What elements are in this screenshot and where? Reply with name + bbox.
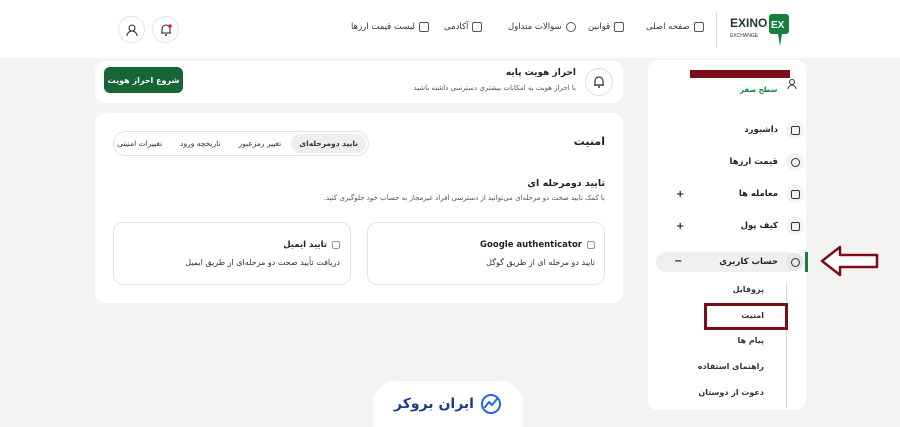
nav-home[interactable]: صفحه اصلی: [646, 22, 704, 32]
email-verify-title-row: تایید ایمیل: [283, 240, 340, 250]
expand-trades-icon[interactable]: +: [676, 189, 684, 200]
sidebar: [648, 60, 806, 410]
bell-icon: [160, 23, 172, 36]
nav-price-list-label: لیست قیمت ارزها: [351, 22, 416, 32]
wallet-icon: [786, 217, 804, 235]
sidebar-item-label: داشبورد: [744, 125, 778, 135]
email-verify-description: دریافت تأیید صحت دو مرحله‌ای از طریق ایم…: [185, 258, 340, 267]
google-auth-title-row: Google authenticator: [480, 240, 595, 250]
exino-logo[interactable]: EXINO EXCHANGE EX: [728, 12, 792, 48]
sidebar-item-label: قیمت ارزها: [729, 157, 778, 167]
active-marker: [805, 252, 808, 272]
tab-login-history[interactable]: تاریخچه ورود: [172, 134, 228, 153]
tab-two-factor[interactable]: تایید دومرحله‌ای: [291, 134, 366, 153]
section-title: تایید دومرحله ای: [527, 178, 605, 189]
sidebar-item-label: کیف پول: [740, 221, 778, 231]
user-avatar-icon: [787, 79, 797, 90]
user-icon: [786, 253, 804, 271]
pointer-arrow-icon: [820, 245, 879, 277]
sidebar-item-trades[interactable]: معامله ها: [739, 185, 804, 203]
sidebar-item-label: معامله ها: [738, 189, 778, 199]
submenu-messages[interactable]: پیام ها: [738, 336, 764, 345]
notification-button[interactable]: [152, 16, 179, 43]
option-google-authenticator[interactable]: [367, 222, 605, 285]
banner-subtitle: با احراز هویت به امکانات بیشتری دسترسی د…: [413, 84, 576, 92]
expand-wallet-icon[interactable]: +: [676, 221, 684, 232]
logo-mark: EX: [771, 20, 785, 31]
collapse-account-icon[interactable]: −: [674, 256, 682, 267]
submenu-profile[interactable]: پروفایل: [733, 285, 764, 294]
dashboard-icon: [786, 121, 804, 139]
option-email-verification[interactable]: [113, 222, 351, 285]
google-auth-title: Google authenticator: [480, 240, 582, 250]
nav-home-label: صفحه اصلی: [646, 22, 690, 32]
submenu-line: [786, 282, 787, 408]
logo-word: EXINO: [730, 16, 767, 30]
security-tabs: تایید دومرحله‌ای تغییر رمزعبور تاریخچه و…: [113, 131, 369, 156]
submenu-guide[interactable]: راهنمای استفاده: [698, 362, 764, 371]
chart-icon: [419, 22, 430, 32]
sidebar-item-account[interactable]: حساب کاربری: [719, 253, 804, 271]
profile-button[interactable]: [118, 16, 145, 43]
nav-faq-label: سوالات متداول: [508, 22, 562, 32]
email-verify-checkbox[interactable]: [332, 241, 340, 249]
question-icon: [565, 22, 576, 32]
sidebar-item-prices[interactable]: قیمت ارزها: [730, 153, 804, 171]
sidebar-item-label: حساب کاربری: [719, 257, 778, 267]
iranbroker-brand: ایران بروکر: [373, 381, 523, 427]
submenu-invite[interactable]: دعوت از دوستان: [698, 388, 764, 397]
banner-bell: [585, 68, 613, 96]
page-title: امنیت: [573, 135, 605, 148]
security-highlight-box: [704, 303, 788, 330]
price-icon: [786, 153, 804, 171]
nav-rules-label: قوانین: [588, 22, 611, 32]
section-description: با کمک تایید صحت دو مرحله‌ای می‌توانید ا…: [323, 194, 605, 202]
user-level: سطح صفر: [740, 86, 778, 94]
bell-icon: [594, 76, 604, 88]
nav-price-list[interactable]: لیست قیمت ارزها: [351, 22, 430, 32]
logo-sub: EXCHANGE: [730, 33, 759, 39]
google-auth-description: تایید دو مرحله ای از طریق گوگل: [486, 258, 595, 267]
google-auth-checkbox[interactable]: [587, 241, 595, 249]
nav-faq[interactable]: سوالات متداول: [508, 22, 576, 32]
user-name-redacted: [690, 70, 790, 78]
brand-name: ایران بروکر: [394, 396, 474, 412]
trade-icon: [786, 185, 804, 203]
sidebar-item-dashboard[interactable]: داشبورد: [744, 121, 804, 139]
email-verify-title: تایید ایمیل: [283, 240, 327, 250]
brand-logo-icon: [480, 394, 501, 414]
nav-academy-label: آکادمی: [444, 22, 469, 32]
banner-title: احراز هویت پایه: [505, 68, 576, 78]
academy-icon: [472, 22, 483, 32]
nav-rules[interactable]: قوانین: [588, 22, 625, 32]
home-icon: [693, 22, 704, 32]
logo-divider: [716, 12, 717, 48]
tab-security-changes[interactable]: تغییرات امنیتی: [109, 134, 170, 153]
start-verification-button[interactable]: شروع احراز هویت: [104, 67, 183, 93]
user-icon: [125, 23, 138, 36]
tab-change-password[interactable]: تغییر رمزعبور: [230, 134, 289, 153]
rules-icon: [614, 22, 625, 32]
nav-academy[interactable]: آکادمی: [444, 22, 483, 32]
sidebar-item-wallet[interactable]: کیف پول: [741, 217, 804, 235]
